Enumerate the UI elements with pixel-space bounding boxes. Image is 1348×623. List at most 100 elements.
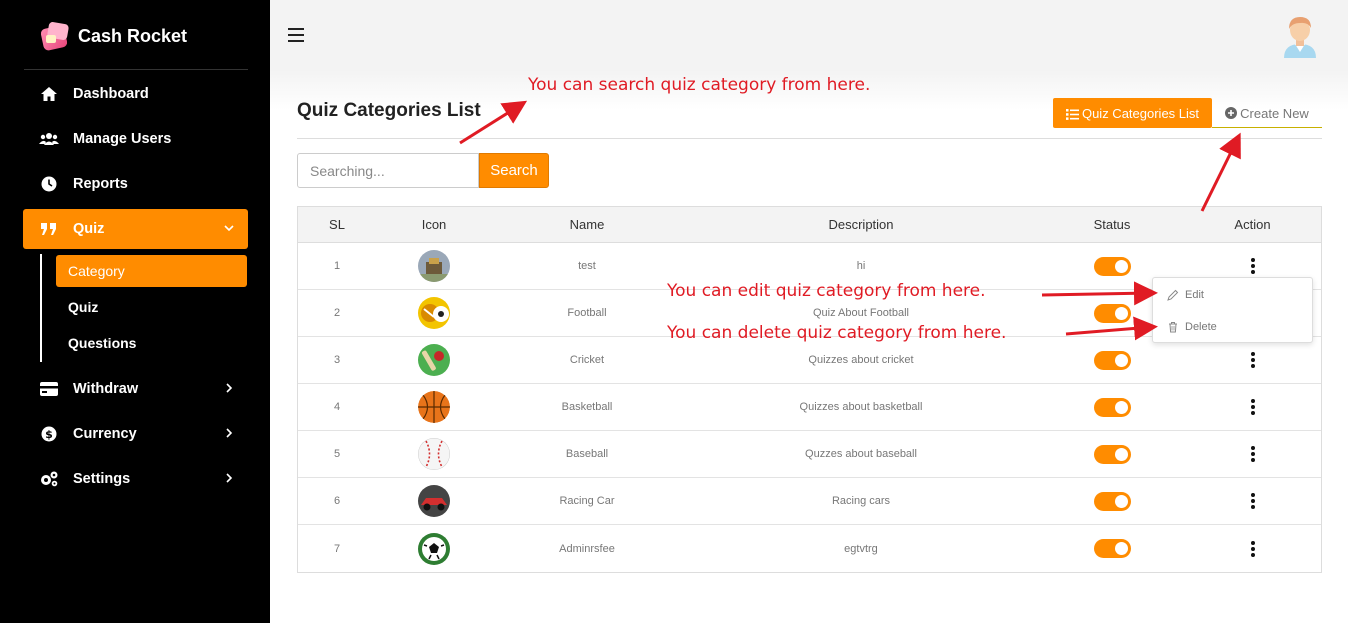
credit-card-icon	[39, 380, 59, 398]
table-header: SL Icon Name Description Status Action	[298, 207, 1321, 243]
category-test-icon	[418, 250, 450, 282]
cogs-icon	[39, 470, 59, 488]
top-header	[270, 0, 1348, 70]
categories-table: SL Icon Name Description Status Action 1…	[297, 206, 1322, 573]
row-name: test	[578, 260, 596, 272]
sidebar-item-reports[interactable]: Reports	[23, 164, 248, 204]
svg-text:$: $	[45, 428, 53, 441]
sidebar-item-label: Reports	[73, 176, 128, 192]
brand[interactable]: Cash Rocket	[39, 18, 188, 54]
row-name: Baseball	[565, 448, 609, 460]
row-name: Basketball	[561, 401, 613, 413]
arrow-to-create-new	[1200, 132, 1241, 212]
sidebar-subitem-label: Questions	[68, 335, 137, 351]
category-cricket-icon	[418, 344, 450, 376]
tab-create-new[interactable]: Create New	[1212, 98, 1322, 128]
annotation-search: You can search quiz category from here.	[528, 75, 871, 95]
sidebar-item-dashboard[interactable]: Dashboard	[23, 74, 248, 114]
tab-label: Create New	[1240, 105, 1309, 121]
action-dropdown-menu: Edit Delete	[1152, 277, 1313, 343]
sidebar-item-label: Settings	[73, 471, 131, 487]
sidebar: Cash Rocket Dashboard Manage Users Repor…	[0, 0, 270, 623]
edit-label: Edit	[1185, 289, 1204, 301]
table-row: 3 Cricket Quizzes about cricket	[298, 337, 1321, 384]
quote-icon	[39, 220, 59, 238]
sidebar-subitem-label: Quiz	[68, 299, 99, 315]
tab-underline	[1212, 127, 1322, 128]
sidebar-subitem-quiz[interactable]: Quiz	[56, 291, 247, 323]
page-title: Quiz Categories List	[297, 100, 481, 121]
sidebar-item-quiz[interactable]: Quiz	[23, 209, 248, 249]
home-icon	[39, 85, 59, 103]
sidebar-item-manage-users[interactable]: Manage Users	[23, 119, 248, 159]
more-actions-icon[interactable]	[1250, 446, 1255, 462]
sidebar-item-settings[interactable]: Settings	[23, 459, 248, 499]
sidebar-subitem-label: Category	[68, 263, 125, 279]
more-actions-icon[interactable]	[1250, 399, 1255, 415]
column-header-icon: Icon	[421, 217, 447, 232]
more-actions-icon[interactable]	[1250, 540, 1255, 557]
status-toggle[interactable]	[1093, 350, 1131, 370]
chevron-down-icon	[222, 221, 236, 235]
chevron-right-icon	[222, 381, 236, 395]
more-actions-icon[interactable]	[1250, 258, 1255, 274]
submenu-line	[40, 254, 42, 362]
edit-menu-item[interactable]: Edit	[1153, 280, 1312, 310]
column-header-name: Name	[569, 217, 605, 232]
sidebar-item-label: Withdraw	[73, 381, 139, 397]
more-actions-icon[interactable]	[1250, 352, 1255, 368]
sidebar-subitem-questions[interactable]: Questions	[56, 327, 247, 359]
divider	[24, 69, 248, 70]
trash-icon	[1167, 321, 1179, 333]
sidebar-subitem-category[interactable]: Category	[56, 255, 247, 287]
status-toggle[interactable]	[1093, 397, 1131, 417]
table-row: 5 Baseball Quzzes about baseball	[298, 431, 1321, 478]
sidebar-item-label: Quiz	[73, 221, 105, 237]
table-row: 6 Racing Car Racing cars	[298, 478, 1321, 525]
row-sl: 2	[333, 307, 341, 319]
row-sl: 1	[333, 260, 341, 272]
row-sl: 3	[333, 354, 341, 366]
category-soccer-ball-icon	[418, 532, 450, 565]
hamburger-menu-icon[interactable]	[288, 28, 304, 42]
brand-name: Cash Rocket	[78, 25, 188, 46]
table-row: 4 Basketball Quizzes about basketball	[298, 384, 1321, 431]
category-baseball-icon	[418, 438, 450, 470]
table-row: 7 Adminrsfee egtvtrg	[298, 525, 1321, 572]
user-avatar[interactable]	[1282, 14, 1318, 58]
category-football-icon	[418, 297, 450, 329]
divider	[297, 138, 1322, 139]
status-toggle[interactable]	[1093, 303, 1131, 323]
category-racing-car-icon	[418, 485, 450, 517]
clock-icon	[39, 175, 59, 193]
row-sl: 5	[333, 448, 341, 460]
row-description: Quizzes about basketball	[799, 401, 923, 413]
row-sl: 7	[333, 542, 341, 555]
delete-menu-item[interactable]: Delete	[1153, 312, 1312, 342]
column-header-sl: SL	[329, 217, 345, 232]
list-icon	[1065, 108, 1079, 120]
row-name: Football	[567, 307, 607, 319]
annotation-delete: You can delete quiz category from here.	[667, 323, 1007, 343]
search-input[interactable]	[297, 153, 479, 188]
sidebar-item-label: Dashboard	[73, 86, 149, 102]
status-toggle[interactable]	[1093, 491, 1131, 511]
status-toggle[interactable]	[1093, 444, 1131, 464]
tab-quiz-categories-list[interactable]: Quiz Categories List	[1053, 98, 1212, 128]
status-toggle[interactable]	[1093, 256, 1131, 276]
sidebar-item-withdraw[interactable]: Withdraw	[23, 369, 248, 409]
sidebar-item-label: Manage Users	[73, 131, 172, 147]
sidebar-item-label: Currency	[73, 426, 137, 442]
users-icon	[39, 130, 59, 148]
row-name: Racing Car	[559, 495, 615, 507]
search-button[interactable]: Search	[479, 153, 549, 188]
more-actions-icon[interactable]	[1250, 493, 1255, 509]
delete-label: Delete	[1185, 321, 1217, 333]
sidebar-item-currency[interactable]: $ Currency	[23, 414, 248, 454]
row-sl: 6	[333, 495, 341, 507]
row-name: Cricket	[569, 354, 605, 366]
row-description: Quzzes about baseball	[805, 448, 917, 460]
cash-rocket-logo-icon	[39, 21, 70, 52]
tab-label: Quiz Categories List	[1081, 105, 1200, 121]
status-toggle[interactable]	[1093, 539, 1131, 558]
